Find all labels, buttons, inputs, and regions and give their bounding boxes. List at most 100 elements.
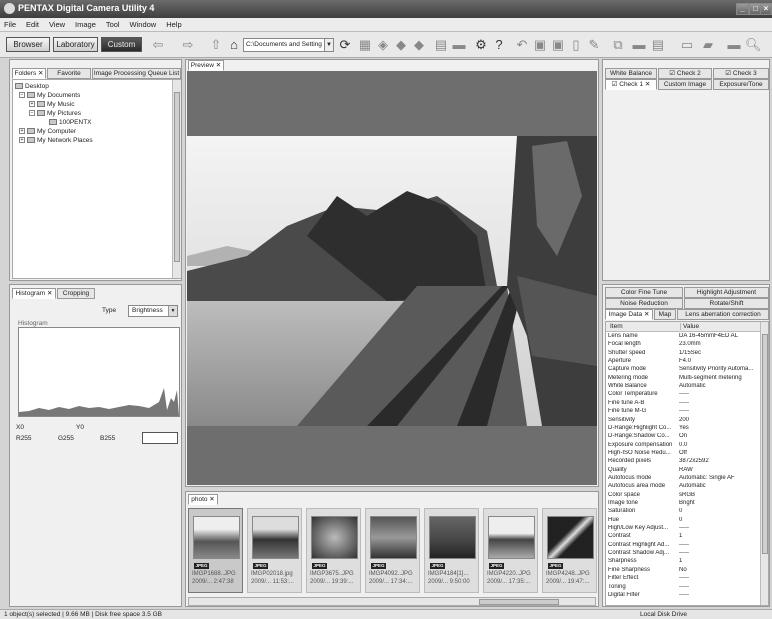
thumbnail[interactable]: JPEG IMGP4248..JPG 2009/... 19:47:... <box>542 508 597 593</box>
scroll-thumb[interactable] <box>762 334 768 554</box>
table-row[interactable]: Color Temperature ----- <box>606 391 765 399</box>
settings-gear-icon[interactable]: ⚙ <box>473 37 489 53</box>
expand-icon[interactable]: + <box>19 128 25 135</box>
minimize-button[interactable]: _ <box>736 3 749 15</box>
paste-icon[interactable]: ▣ <box>550 37 566 53</box>
slideshow-icon[interactable]: ▦ <box>357 37 373 53</box>
tree-item-my-computer[interactable]: + My Computer <box>19 127 76 136</box>
table-row[interactable]: Hue 0 <box>606 517 765 525</box>
table-row[interactable]: Autofocus area mode Automatic <box>606 483 765 491</box>
tab-queue-list[interactable]: Image Processing Queue List <box>92 68 181 79</box>
table-row[interactable]: D-Range:Highlight Co... Yes <box>606 425 765 433</box>
tab-folders[interactable]: Folders ✕ <box>12 68 46 79</box>
menu-window[interactable]: Window <box>126 18 161 29</box>
tab-lens-aberration-correction[interactable]: Lens aberration correction <box>677 309 769 320</box>
scroll-thumb[interactable] <box>479 599 559 605</box>
collapse-icon[interactable]: − <box>29 110 35 117</box>
scroll-thumb[interactable] <box>174 92 180 262</box>
compare-icon[interactable]: ⧉ <box>610 37 626 53</box>
custom-mode-button[interactable]: Custom <box>101 37 142 52</box>
edit-icon[interactable]: ✎ <box>586 37 602 53</box>
delete-icon[interactable]: ▯ <box>568 37 584 53</box>
refresh-icon[interactable]: ⟳ <box>337 37 353 53</box>
tab-custom-image[interactable]: Custom Image <box>658 79 712 90</box>
table-row[interactable]: Contrast Shadow Adj... ----- <box>606 550 765 558</box>
menu-edit[interactable]: Edit <box>22 18 43 29</box>
table-row[interactable]: Toning ----- <box>606 584 765 592</box>
table-row[interactable]: Contrast Highlight Ad... ----- <box>606 542 765 550</box>
table-row[interactable]: Shutter speed 1/15Sec <box>606 350 765 358</box>
menu-tool[interactable]: Tool <box>102 18 124 29</box>
table-row[interactable]: Filter Effect ----- <box>606 575 765 583</box>
table-row[interactable]: Recorded pixels 3872x2592 <box>606 458 765 466</box>
forward-arrow-icon[interactable]: ⇨ <box>180 37 196 53</box>
zoom-icon[interactable]: 🔍︎ <box>745 37 762 53</box>
expand-icon[interactable]: + <box>29 101 35 108</box>
table-row[interactable]: Color space sRGB <box>606 492 765 500</box>
rotate-right-icon[interactable]: ◆ <box>393 37 409 53</box>
thumbnail[interactable]: JPEG IMGP1688..JPG 2009/... 2:47:38 <box>188 508 243 593</box>
path-dropdown-button[interactable]: ▼ <box>324 38 334 52</box>
column-header-value[interactable]: Value <box>680 323 699 330</box>
tab-histogram[interactable]: Histogram ✕ <box>12 288 56 299</box>
folder-icon[interactable]: ▰ <box>700 37 716 53</box>
table-row[interactable]: Metering mode Multi-segment metering <box>606 375 765 383</box>
path-input[interactable]: C:\Documents and Setting <box>243 38 325 52</box>
laboratory-mode-button[interactable]: Laboratory <box>53 37 98 52</box>
table-row[interactable]: Digital Filter ----- <box>606 592 765 600</box>
table-row[interactable]: Fine Sharpness No <box>606 567 765 575</box>
menu-image[interactable]: Image <box>71 18 100 29</box>
table-row[interactable]: Contrast 1 <box>606 533 765 541</box>
thumbnail[interactable]: JPEG IMGP4184[1]... 2009/... 9:50:00 <box>424 508 479 593</box>
tree-item-my-music[interactable]: + My Music <box>29 100 74 109</box>
tree-item-my-documents[interactable]: − My Documents <box>19 91 80 100</box>
home-icon[interactable]: ⌂ <box>226 37 242 53</box>
browser-mode-button[interactable]: Browser <box>6 37 50 52</box>
tab-check-2[interactable]: ☑ Check 2 <box>658 68 712 79</box>
display-icon[interactable]: ▬ <box>726 37 742 53</box>
view-mode-icon[interactable]: ▬ <box>631 37 647 53</box>
tree-item-100pentx[interactable]: 100PENTX <box>49 118 92 127</box>
table-row[interactable]: High-ISO Noise Redu... Off <box>606 450 765 458</box>
menu-view[interactable]: View <box>45 18 69 29</box>
tab-map[interactable]: Map <box>654 309 676 320</box>
table-row[interactable]: Exposure compensation 0.0 <box>606 442 765 450</box>
table-row[interactable]: Sensitivity 200 <box>606 417 765 425</box>
tree-item-my-network-places[interactable]: + My Network Places <box>19 136 93 145</box>
table-row[interactable]: High/Low Key Adjust... ----- <box>606 525 765 533</box>
copy-icon[interactable]: ▣ <box>532 37 548 53</box>
folder-scrollbar[interactable] <box>172 80 181 278</box>
tab-image-data[interactable]: Image Data ✕ <box>605 309 653 320</box>
tab-exposure-tone[interactable]: Exposure/Tone <box>713 79 769 90</box>
tab-check-3[interactable]: ☑ Check 3 <box>713 68 769 79</box>
tab-photo[interactable]: photo ✕ <box>188 494 218 505</box>
collapse-icon[interactable]: − <box>19 92 25 99</box>
expand-icon[interactable]: + <box>19 137 25 144</box>
tab-preview[interactable]: Preview ✕ <box>188 60 224 71</box>
tree-item-desktop[interactable]: Desktop <box>15 82 49 91</box>
table-row[interactable]: Quality RAW <box>606 467 765 475</box>
thumbnail[interactable]: JPEG IMGP02018.jpg 2009/... 11:53:... <box>247 508 302 593</box>
table-row[interactable]: Autofocus mode Automatic: Single AF <box>606 475 765 483</box>
tree-item-my-pictures[interactable]: − My Pictures <box>29 109 81 118</box>
thumbnail[interactable]: JPEG IMGP3675..JPG 2009/... 19:39:... <box>306 508 361 593</box>
tab-check-1[interactable]: ☑ Check 1 ✕ <box>605 79 657 90</box>
tab-highlight-adjustment[interactable]: Highlight Adjustment <box>684 287 769 298</box>
thumbnail[interactable]: JPEG IMGP4092..JPG 2009/... 17:34:... <box>365 508 420 593</box>
menu-file[interactable]: File <box>0 18 20 29</box>
table-row[interactable]: Aperture F4.0 <box>606 358 765 366</box>
tab-favorite[interactable]: Favorite <box>47 68 91 79</box>
tab-cropping[interactable]: Cropping <box>57 288 95 299</box>
rotate-left-icon[interactable]: ◈ <box>375 37 391 53</box>
table-row[interactable]: Lens name DA 16-45mmF4ED AL <box>606 333 765 341</box>
table-row[interactable]: Fine tune M-G ----- <box>606 408 765 416</box>
table-row[interactable]: Sharpness 1 <box>606 558 765 566</box>
tab-rotate-shift[interactable]: Rotate/Shift <box>684 298 769 309</box>
close-button[interactable]: × <box>760 3 772 15</box>
photo-scrollbar[interactable] <box>188 597 596 606</box>
table-row[interactable]: White Balance Automatic <box>606 383 765 391</box>
back-arrow-icon[interactable]: ⇦ <box>150 37 166 53</box>
image-data-scrollbar[interactable] <box>760 322 768 605</box>
table-row[interactable]: Fine tune A-B ----- <box>606 400 765 408</box>
sort-icon[interactable]: ▤ <box>650 37 666 53</box>
